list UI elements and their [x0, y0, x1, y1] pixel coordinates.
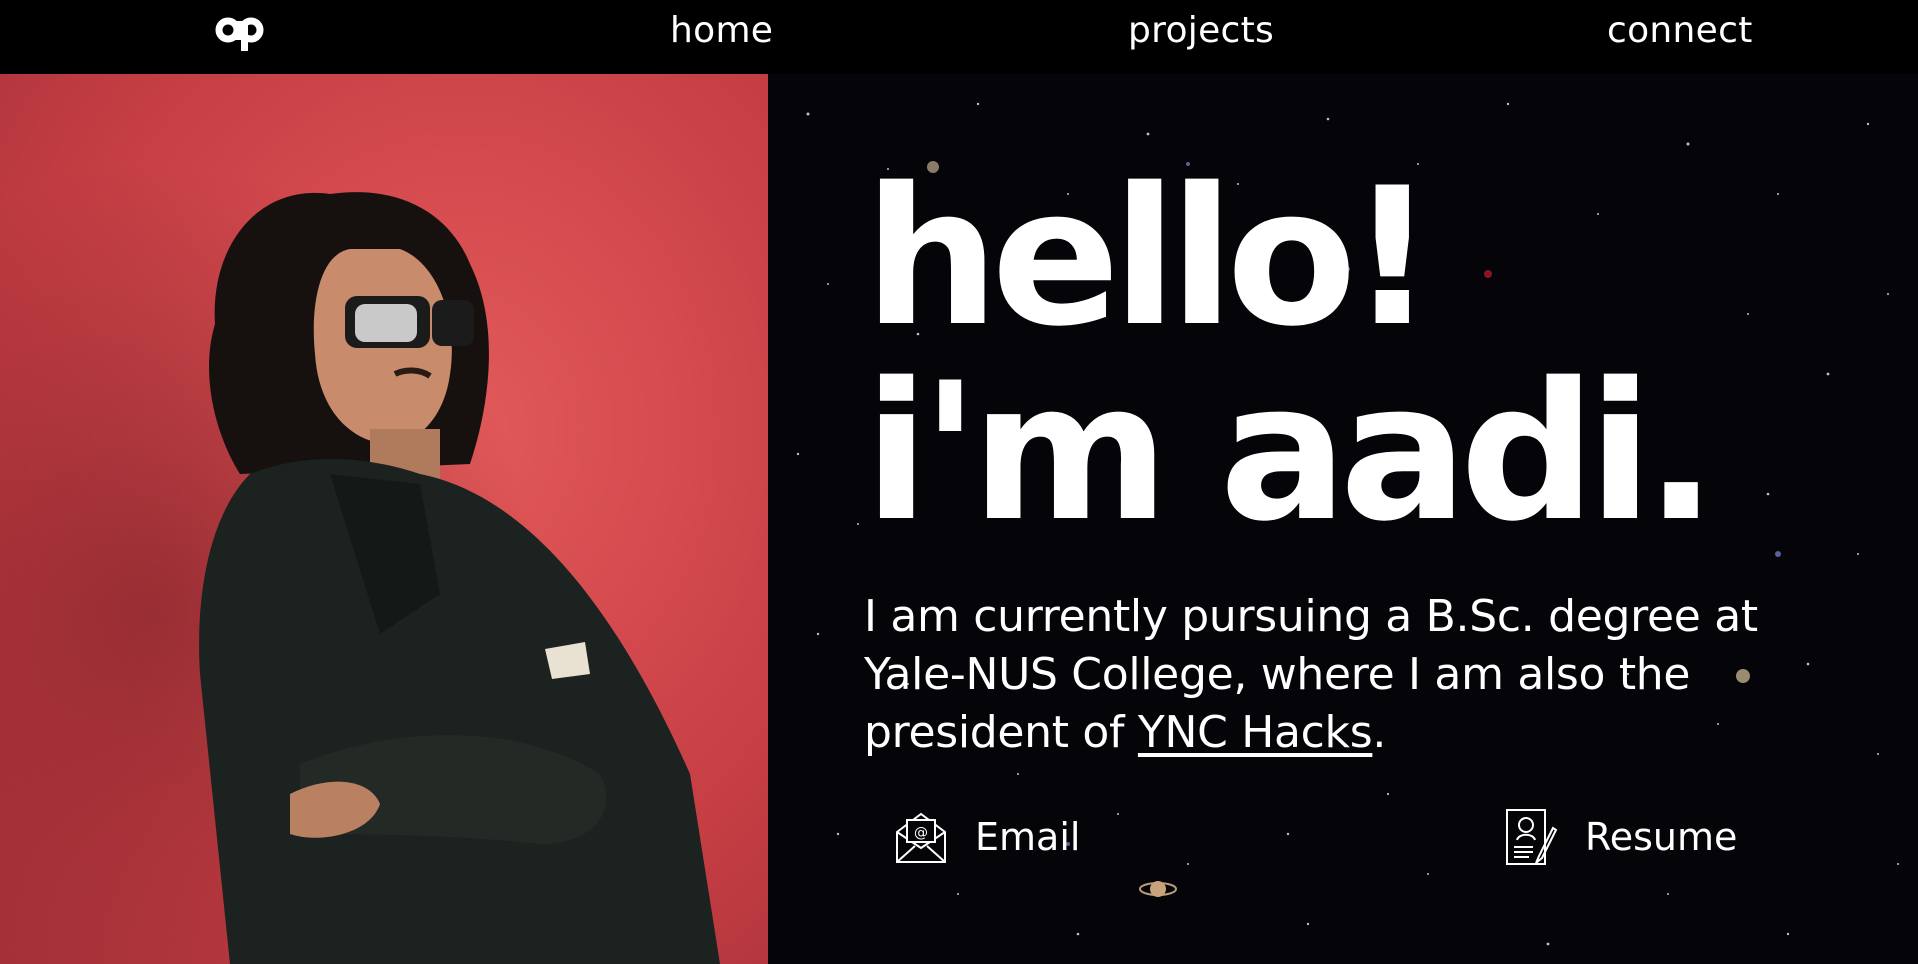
bio-period: . [1372, 707, 1387, 758]
portrait-illustration [0, 74, 768, 964]
nav-connect-link[interactable]: connect [1607, 10, 1753, 51]
ync-hacks-link[interactable]: YNC Hacks [1138, 707, 1373, 758]
hero-line-greeting: hello! [864, 147, 1436, 368]
email-label: Email [975, 815, 1081, 859]
ap-logo-icon[interactable] [215, 16, 265, 52]
top-nav: home projects connect [0, 0, 1918, 74]
resume-button[interactable]: Resume [1503, 806, 1737, 868]
email-button[interactable]: @ Email [893, 808, 1080, 866]
resume-label: Resume [1585, 815, 1738, 859]
portrait-photo [0, 74, 768, 964]
nav-home-link[interactable]: home [670, 10, 773, 51]
resume-icon [1506, 809, 1558, 865]
svg-text:@: @ [914, 825, 928, 841]
bio-paragraph: I am currently pursuing a B.Sc. degree a… [864, 588, 1764, 762]
hero-heading: hello! i'm aadi. [864, 147, 1717, 563]
hero-line-name: i'm aadi. [864, 342, 1717, 563]
nav-projects-link[interactable]: projects [1128, 10, 1274, 51]
envelope-icon: @ [896, 812, 946, 863]
